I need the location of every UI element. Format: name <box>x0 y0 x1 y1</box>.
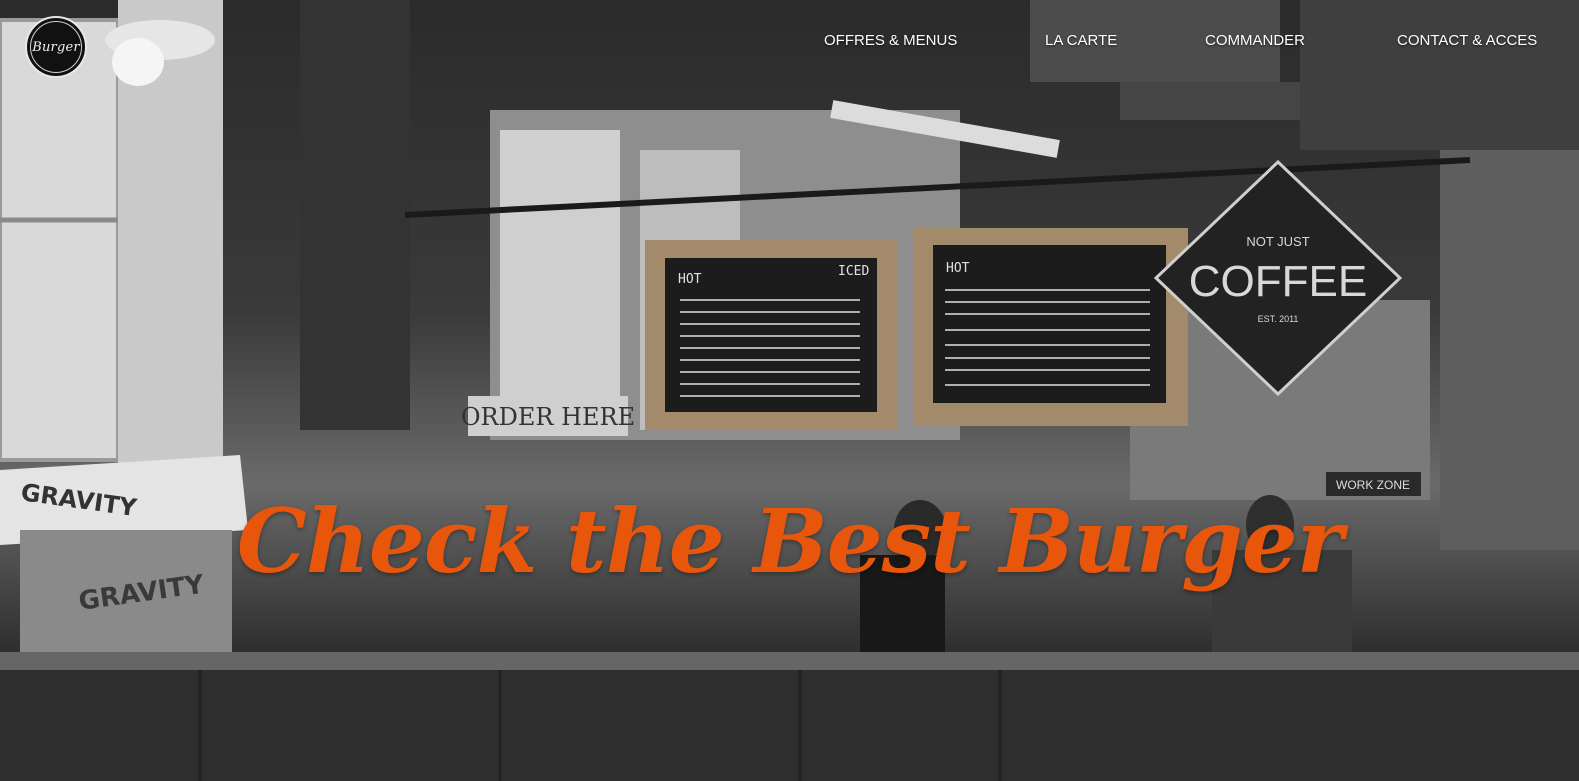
nav-la-carte[interactable]: LA CARTE <box>1045 32 1117 49</box>
not-just-text: NOT JUST <box>1246 234 1309 249</box>
nav-commander[interactable]: COMMANDER <box>1205 32 1305 49</box>
nav-contact-acces[interactable]: CONTACT & ACCES <box>1397 32 1537 49</box>
coffee-shop-photo: HOT ICED HOT NOT JUST COFFEE EST. 2011 O… <box>0 0 1579 781</box>
est-text: EST. 2011 <box>1258 314 1299 324</box>
hero-headline: Check the Best Burger <box>236 488 1343 593</box>
order-here-text: ORDER HERE <box>461 403 635 431</box>
nav-offres-menus[interactable]: OFFRES & MENUS <box>824 32 957 49</box>
main-nav: OFFRES & MENUS LA CARTE COMMANDER CONTAC… <box>0 32 1579 54</box>
coffee-text: COFFEE <box>1189 257 1367 306</box>
iced-label-1: ICED <box>838 264 869 279</box>
hero-background: HOT ICED HOT NOT JUST COFFEE EST. 2011 O… <box>0 0 1579 781</box>
hot-label-2: HOT <box>946 261 970 276</box>
hot-label-1: HOT <box>678 272 702 287</box>
